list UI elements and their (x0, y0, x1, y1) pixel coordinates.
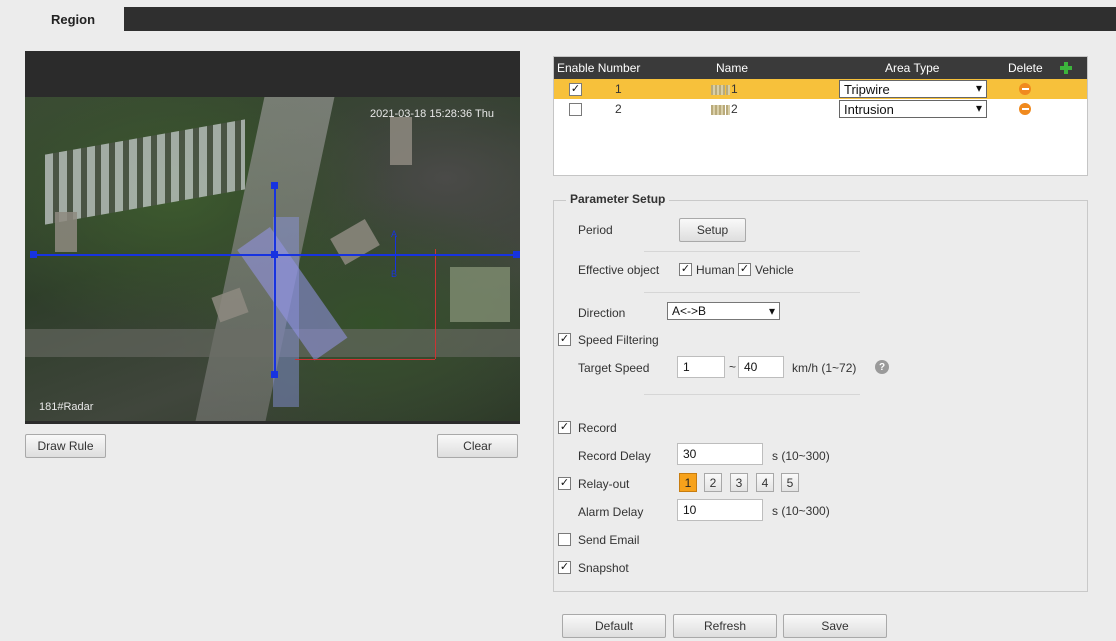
video-timestamp: 2021-03-18 15:28:36 Thu (370, 108, 494, 120)
area-type-select[interactable]: Tripwire ▾ (839, 80, 987, 98)
speed-max-input[interactable]: 40 (738, 356, 784, 378)
record-delay-input[interactable]: 30 (677, 443, 763, 465)
speed-min-input[interactable]: 1 (677, 356, 725, 378)
rule-name[interactable]: 2 (711, 102, 738, 116)
target-speed-label: Target Speed (578, 361, 650, 375)
rule-handle[interactable] (271, 182, 278, 189)
area-type-select[interactable]: Intrusion ▾ (839, 100, 987, 118)
record-checkbox[interactable]: ✓ (558, 421, 571, 434)
rule-number: 1 (615, 82, 622, 96)
direction-label: Direction (578, 306, 626, 320)
alarm-delay-label: Alarm Delay (578, 505, 644, 519)
delete-icon[interactable] (1019, 83, 1031, 95)
relay-channel-5[interactable]: 5 (781, 473, 799, 492)
send-email-checkbox[interactable] (558, 533, 571, 546)
tab-region[interactable]: Region (22, 4, 124, 34)
rule-handle[interactable] (30, 251, 37, 258)
relay-channel-1[interactable]: 1 (679, 473, 697, 492)
record-label: Record (578, 421, 617, 435)
alarm-delay-input[interactable]: 10 (677, 499, 763, 521)
vehicle-checkbox[interactable]: ✓ (738, 263, 751, 276)
parameter-setup-title: Parameter Setup (566, 192, 670, 206)
col-delete: Delete (1008, 61, 1043, 75)
col-enable-number: Enable Number (557, 61, 641, 75)
snapshot-label: Snapshot (578, 561, 629, 575)
camera-label: 181#Radar (39, 401, 94, 413)
speed-range-separator: ~ (729, 360, 737, 374)
effective-object-label: Effective object (578, 263, 660, 277)
speed-filtering-label: Speed Filtering (578, 333, 659, 347)
tripwire-vertical-line[interactable] (274, 185, 276, 375)
divider (644, 292, 860, 293)
relay-channel-2[interactable]: 2 (704, 473, 722, 492)
chevron-down-icon: ▾ (768, 304, 775, 318)
divider (644, 394, 860, 395)
enable-checkbox[interactable] (569, 102, 582, 116)
record-delay-unit: s (10~300) (772, 449, 830, 463)
delete-icon[interactable] (1019, 103, 1031, 115)
clear-button[interactable]: Clear (437, 434, 518, 458)
setup-button[interactable]: Setup (679, 218, 746, 242)
col-area-type: Area Type (885, 61, 940, 75)
rules-table: Enable Number Name Area Type Delete ✓ 1 … (553, 56, 1088, 176)
snapshot-checkbox[interactable]: ✓ (558, 561, 571, 574)
table-row[interactable]: 2 2 Intrusion ▾ (554, 99, 1087, 119)
video-preview[interactable]: 2021-03-18 15:28:36 Thu 181#Radar A B (25, 51, 520, 424)
human-label: Human (696, 263, 735, 277)
direction-marker-a: A (391, 229, 398, 239)
speed-unit: km/h (1~72) (792, 361, 857, 375)
human-checkbox[interactable]: ✓ (679, 263, 692, 276)
refresh-button[interactable]: Refresh (673, 614, 777, 638)
enable-checkbox[interactable]: ✓ (569, 82, 582, 96)
direction-arrow (395, 236, 396, 271)
chevron-down-icon: ▾ (975, 101, 982, 115)
send-email-label: Send Email (578, 533, 640, 547)
divider (644, 251, 860, 252)
add-rule-icon[interactable] (1059, 61, 1073, 75)
rule-handle[interactable] (513, 251, 520, 258)
tab-bar (22, 7, 1116, 31)
relay-channel-4[interactable]: 4 (756, 473, 774, 492)
period-label: Period (578, 223, 613, 237)
rule-name[interactable]: 1 (711, 82, 738, 96)
rule-number: 2 (615, 102, 622, 116)
draw-rule-button[interactable]: Draw Rule (25, 434, 106, 458)
relay-channel-3[interactable]: 3 (730, 473, 748, 492)
rule-handle[interactable] (271, 251, 278, 258)
relay-out-checkbox[interactable]: ✓ (558, 477, 571, 490)
rule-handle[interactable] (271, 371, 278, 378)
vehicle-label: Vehicle (755, 263, 794, 277)
table-row[interactable]: ✓ 1 1 Tripwire ▾ (554, 79, 1087, 99)
direction-marker-b: B (391, 269, 398, 279)
col-name: Name (716, 61, 749, 75)
default-button[interactable]: Default (562, 614, 666, 638)
table-header: Enable Number Name Area Type Delete (554, 57, 1087, 79)
chevron-down-icon: ▾ (975, 81, 982, 95)
help-icon[interactable]: ? (875, 360, 889, 374)
record-delay-label: Record Delay (578, 449, 651, 463)
alarm-delay-unit: s (10~300) (772, 504, 830, 518)
direction-select[interactable]: A<->B ▾ (667, 302, 780, 320)
save-button[interactable]: Save (783, 614, 887, 638)
relay-out-label: Relay-out (578, 477, 630, 491)
speed-filtering-checkbox[interactable]: ✓ (558, 333, 571, 346)
